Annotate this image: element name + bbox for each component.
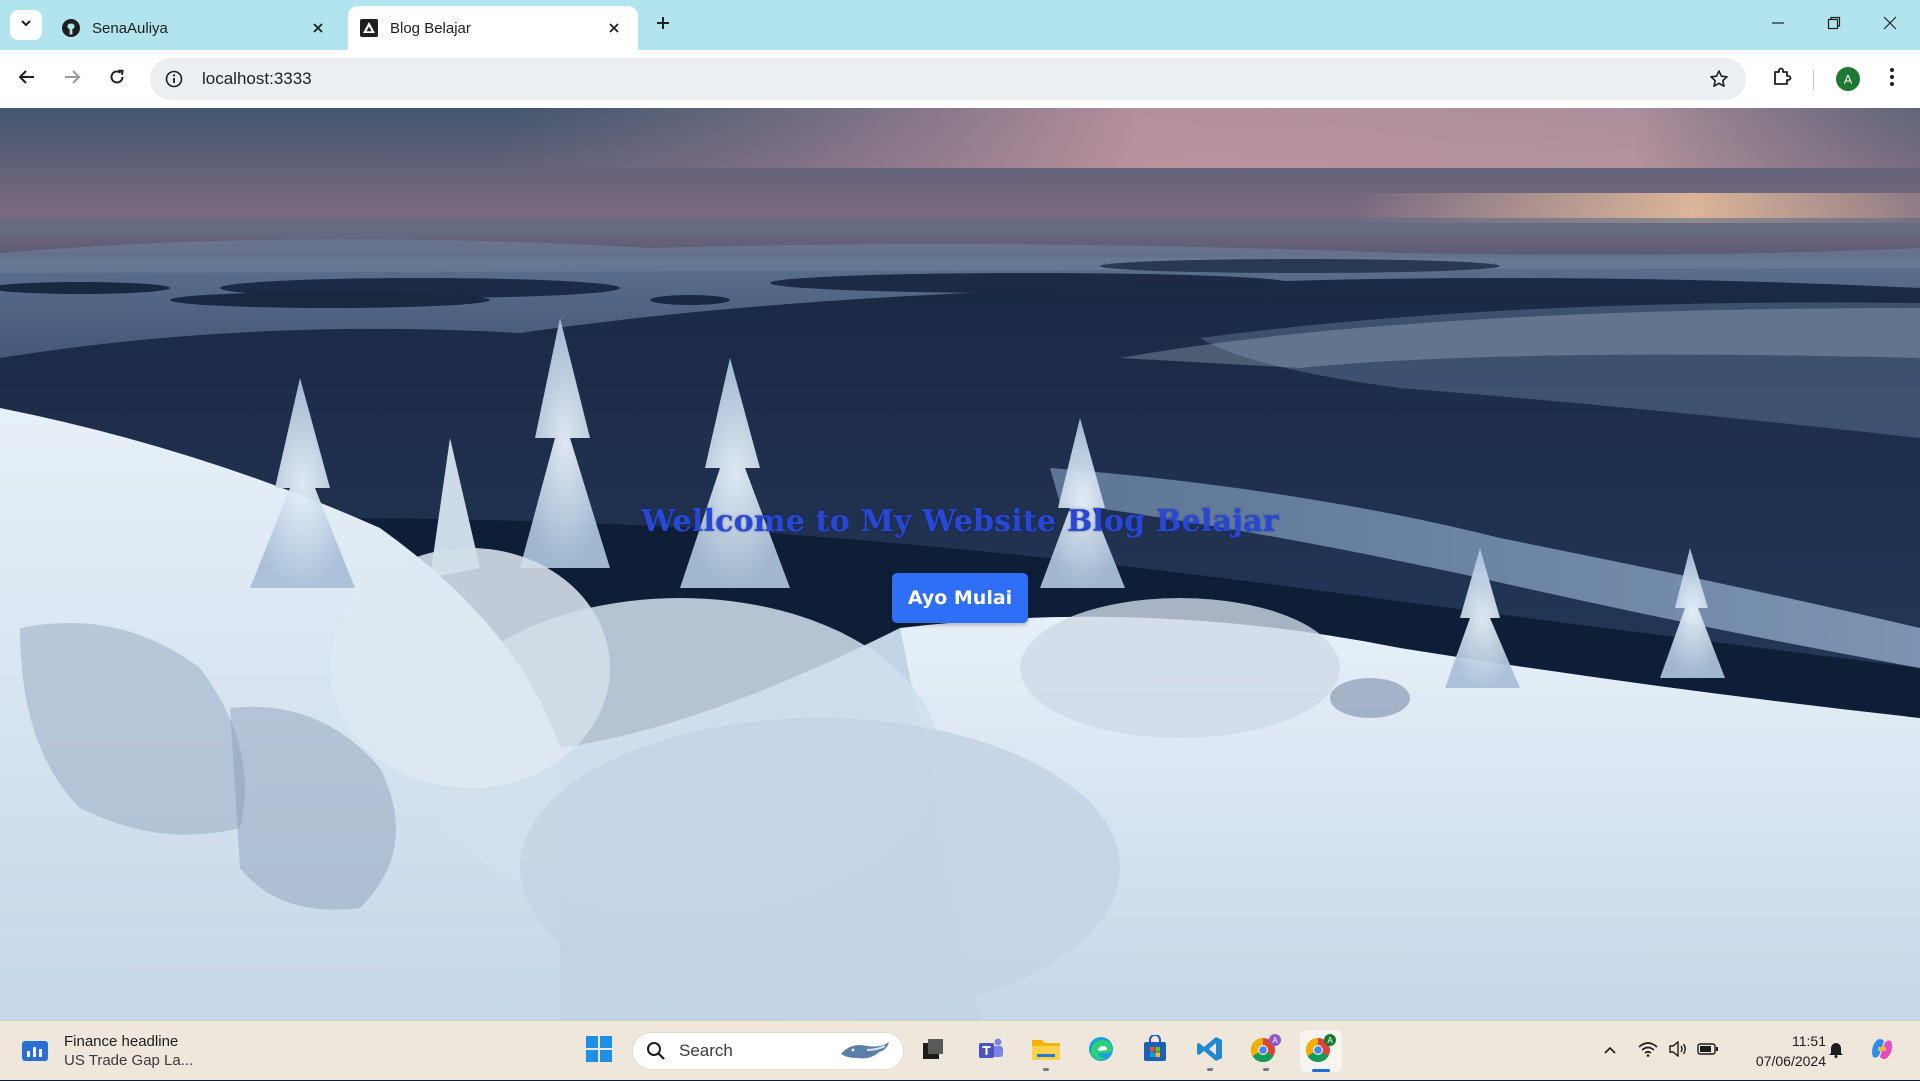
bell-icon bbox=[1828, 1040, 1844, 1063]
store-button[interactable] bbox=[1134, 1030, 1176, 1072]
wifi-status[interactable] bbox=[1634, 1021, 1662, 1081]
browser-toolbar: localhost:3333 A bbox=[0, 50, 1920, 108]
close-icon bbox=[1883, 16, 1897, 35]
system-clock[interactable]: 11:51 07/06/2024 bbox=[1730, 1031, 1826, 1071]
site-triangle-icon bbox=[358, 17, 380, 39]
ayo-mulai-button[interactable]: Ayo Mulai bbox=[892, 573, 1028, 623]
whale-search-highlight-icon bbox=[841, 1042, 889, 1059]
file-explorer-button[interactable] bbox=[1025, 1030, 1067, 1072]
edge-icon bbox=[1087, 1035, 1115, 1068]
chevron-down-icon bbox=[19, 16, 33, 35]
svg-text:A: A bbox=[1272, 1036, 1278, 1045]
puzzle-icon bbox=[1771, 66, 1793, 93]
edge-button[interactable] bbox=[1080, 1030, 1122, 1072]
clock-time: 11:51 bbox=[1792, 1033, 1826, 1049]
teams-icon bbox=[977, 1035, 1005, 1068]
restore-icon bbox=[1827, 16, 1841, 35]
task-view-icon bbox=[920, 1036, 946, 1067]
running-indicator bbox=[1263, 1068, 1269, 1071]
vscode-icon bbox=[1196, 1035, 1224, 1068]
search-label: Search bbox=[679, 1041, 733, 1060]
hero-section: Wellcome to My Website Blog Belajar Ayo … bbox=[0, 108, 1920, 1020]
tab-senaauliya[interactable]: SenaAuliya bbox=[50, 6, 342, 50]
reload-icon bbox=[108, 68, 126, 91]
close-tab-icon[interactable] bbox=[600, 14, 628, 42]
toolbar-separator bbox=[1813, 70, 1814, 90]
chrome-profile-a-icon: A bbox=[1249, 1033, 1283, 1070]
chrome-active-button[interactable]: A bbox=[1300, 1030, 1342, 1072]
extensions-button[interactable] bbox=[1765, 62, 1799, 96]
news-widget[interactable]: Finance headline US Trade Gap La... bbox=[20, 1029, 193, 1073]
page-viewport: Wellcome to My Website Blog Belajar Ayo … bbox=[0, 108, 1920, 1020]
hero-heading: Wellcome to My Website Blog Belajar bbox=[641, 504, 1279, 539]
taskbar-search[interactable]: Search bbox=[632, 1032, 904, 1070]
start-button[interactable] bbox=[578, 1030, 620, 1072]
close-tab-icon[interactable] bbox=[304, 14, 332, 42]
running-indicator bbox=[1043, 1068, 1049, 1071]
reload-button[interactable] bbox=[100, 62, 134, 96]
site-info-icon[interactable] bbox=[160, 65, 188, 93]
search-icon bbox=[645, 1040, 667, 1062]
widget-text: Finance headline US Trade Gap La... bbox=[64, 1032, 193, 1070]
browser-menu-button[interactable] bbox=[1875, 62, 1909, 96]
profile-avatar[interactable]: A bbox=[1836, 67, 1860, 91]
browser-tab-strip: SenaAuliya Blog Belajar bbox=[0, 0, 1920, 50]
chrome-active-icon: A bbox=[1304, 1033, 1338, 1070]
show-hidden-icons-button[interactable] bbox=[1596, 1021, 1624, 1081]
widget-subtext: US Trade Gap La... bbox=[64, 1052, 194, 1069]
store-icon bbox=[1141, 1033, 1169, 1068]
arrow-right-icon bbox=[63, 68, 81, 91]
battery-icon bbox=[1697, 1042, 1719, 1060]
notifications-button[interactable] bbox=[1822, 1021, 1850, 1081]
clock-date: 07/06/2024 bbox=[1755, 1053, 1826, 1069]
kebab-menu-icon bbox=[1889, 67, 1895, 92]
chevron-up-icon bbox=[1603, 1042, 1617, 1060]
volume-status[interactable] bbox=[1664, 1021, 1692, 1081]
close-window-button[interactable] bbox=[1862, 0, 1918, 50]
chrome-profile-a-button[interactable]: A bbox=[1245, 1030, 1287, 1072]
tab-title: Blog Belajar bbox=[390, 19, 471, 37]
minimize-button[interactable] bbox=[1750, 0, 1806, 50]
widget-headline: Finance headline bbox=[64, 1033, 179, 1050]
battery-status[interactable] bbox=[1694, 1021, 1722, 1081]
file-explorer-icon bbox=[1031, 1036, 1061, 1067]
active-indicator bbox=[1312, 1069, 1330, 1072]
start-icon bbox=[585, 1035, 613, 1068]
task-view-button[interactable] bbox=[912, 1030, 954, 1072]
speaker-icon bbox=[1668, 1040, 1688, 1062]
finance-chart-icon bbox=[20, 1036, 50, 1066]
minimize-icon bbox=[1771, 16, 1785, 35]
tab-title: SenaAuliya bbox=[92, 19, 168, 37]
address-bar[interactable]: localhost:3333 bbox=[150, 58, 1746, 100]
arrow-left-icon bbox=[18, 68, 36, 91]
back-button[interactable] bbox=[10, 62, 44, 96]
windows-taskbar: Finance headline US Trade Gap La... Sear… bbox=[0, 1020, 1920, 1080]
copilot-icon bbox=[1868, 1035, 1896, 1068]
github-icon bbox=[60, 17, 82, 39]
wifi-icon bbox=[1638, 1041, 1658, 1062]
plus-icon bbox=[655, 15, 671, 36]
svg-text:A: A bbox=[1327, 1036, 1333, 1045]
vscode-button[interactable] bbox=[1189, 1030, 1231, 1072]
forward-button[interactable] bbox=[55, 62, 89, 96]
running-indicator bbox=[1207, 1068, 1213, 1071]
tab-blog-belajar[interactable]: Blog Belajar bbox=[348, 6, 638, 50]
tab-search-button[interactable] bbox=[10, 10, 42, 40]
copilot-button[interactable] bbox=[1864, 1021, 1900, 1081]
restore-button[interactable] bbox=[1806, 0, 1862, 50]
new-tab-button[interactable] bbox=[648, 10, 678, 40]
teams-button[interactable] bbox=[970, 1030, 1012, 1072]
address-url[interactable]: localhost:3333 bbox=[202, 69, 1702, 89]
bookmark-star-icon[interactable] bbox=[1702, 62, 1736, 96]
